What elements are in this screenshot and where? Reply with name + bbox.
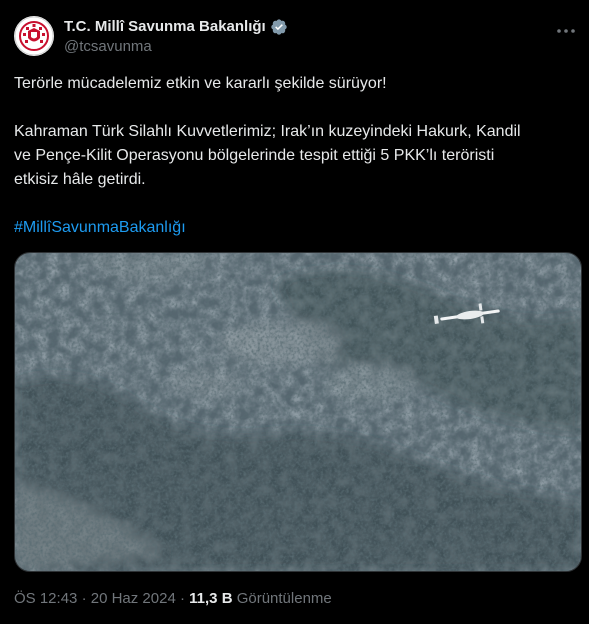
post-card: T.C. Millî Savunma Bakanlığı @tcsavunma … xyxy=(0,0,589,624)
post-media-image[interactable] xyxy=(14,252,582,572)
meta-separator: · xyxy=(81,590,87,607)
author-names: T.C. Millî Savunma Bakanlığı @tcsavunma xyxy=(64,18,288,56)
verified-badge-icon xyxy=(271,19,287,35)
display-name-text: T.C. Millî Savunma Bakanlığı xyxy=(64,18,266,35)
post-meta: ÖS 12:43 · 20 Haz 2024 · 11,3 B Görüntül… xyxy=(14,590,332,608)
meta-separator-2: · xyxy=(179,590,185,607)
post-line-3: ve Pençe-Kilit Operasyonu bölgelerinde t… xyxy=(14,147,495,164)
author-handle[interactable]: @tcsavunma xyxy=(64,38,288,56)
post-time[interactable]: ÖS 12:43 xyxy=(14,590,77,607)
author-display-name[interactable]: T.C. Millî Savunma Bakanlığı xyxy=(64,18,288,36)
post-line-2: Kahraman Türk Silahlı Kuvvetlerimiz; Ira… xyxy=(14,123,521,140)
views-count: 11,3 B xyxy=(189,590,233,607)
ministry-emblem-icon xyxy=(14,16,54,56)
post-line-4: etkisiz hâle getirdi. xyxy=(14,171,146,188)
views-label: Görüntülenme xyxy=(236,590,332,607)
post-header: T.C. Millî Savunma Bakanlığı @tcsavunma xyxy=(14,14,577,62)
aerial-drone-image xyxy=(15,253,581,571)
post-text: Terörle mücadelemiz etkin ve kararlı şek… xyxy=(14,72,574,240)
more-options-icon xyxy=(557,29,575,33)
avatar[interactable] xyxy=(14,16,54,56)
more-options-button[interactable] xyxy=(555,20,577,42)
hashtag-link[interactable]: #MillîSavunmaBakanlığı xyxy=(14,219,186,236)
post-line-1: Terörle mücadelemiz etkin ve kararlı şek… xyxy=(14,75,387,92)
post-date[interactable]: 20 Haz 2024 xyxy=(91,590,176,607)
